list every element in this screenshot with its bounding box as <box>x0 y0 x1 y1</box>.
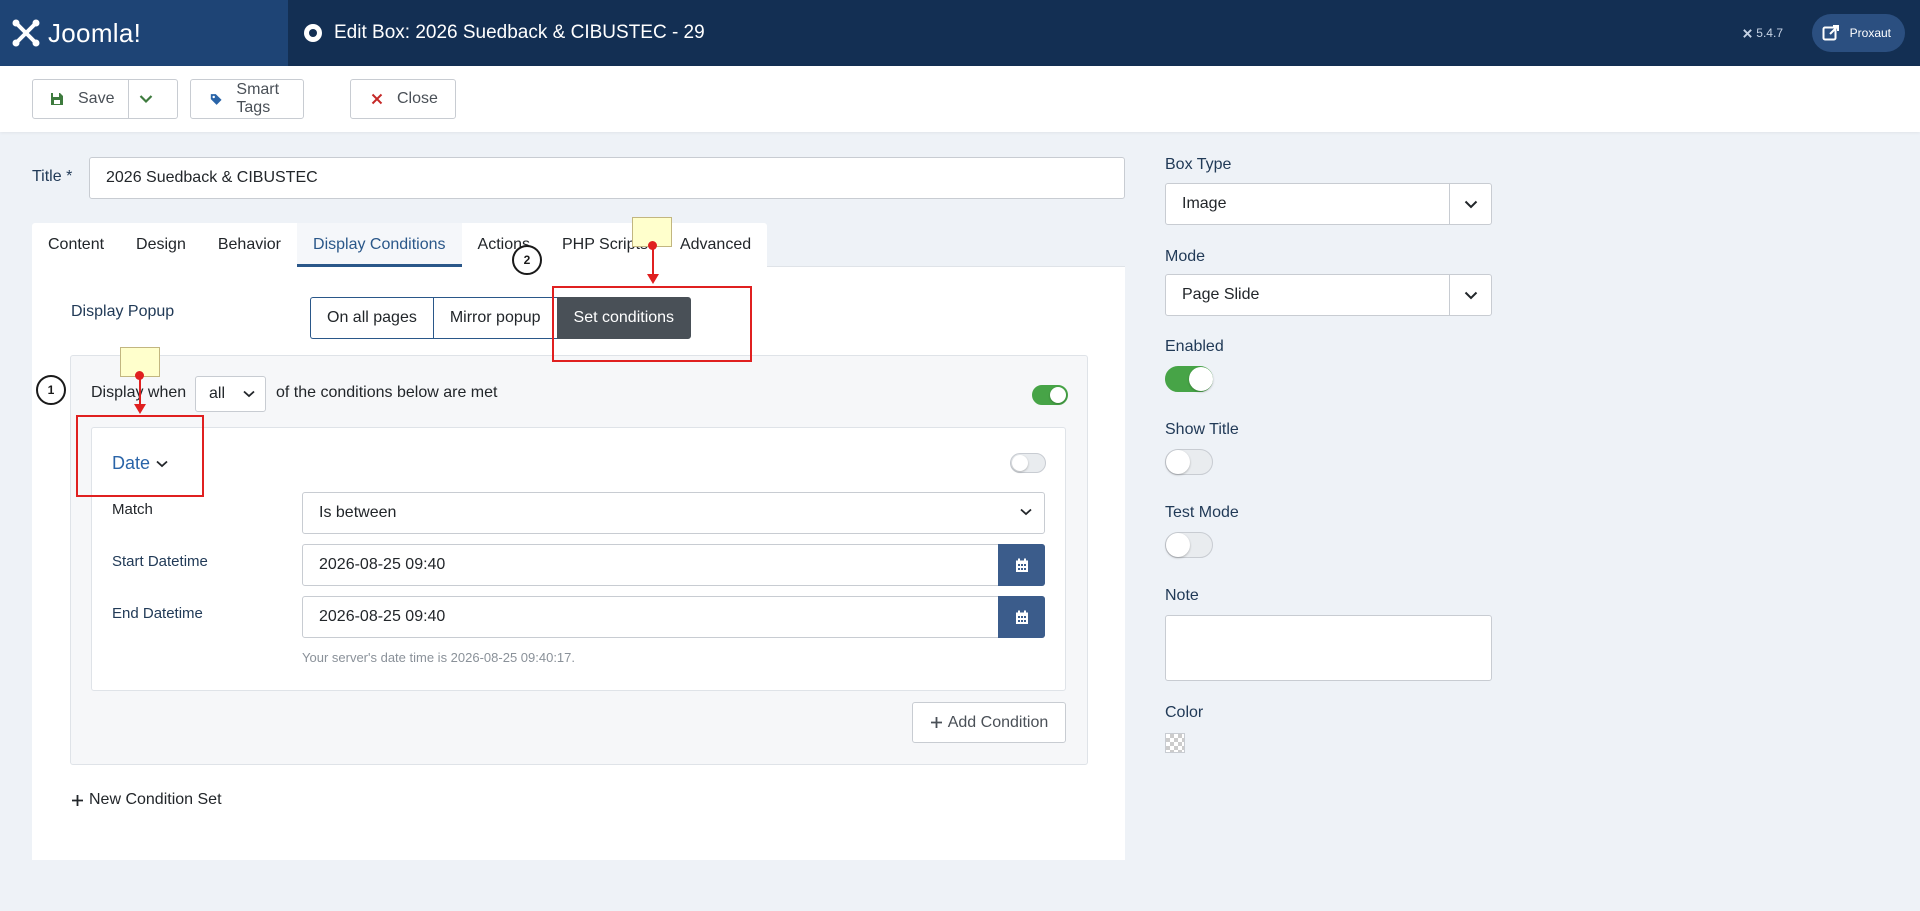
add-condition-button[interactable]: Add Condition <box>912 702 1066 743</box>
annotation-marker-2: 2 <box>512 245 542 275</box>
chevron-down-icon <box>1464 200 1477 208</box>
app-header: Joomla! Edit Box: 2026 Suedback & CIBUST… <box>0 0 1920 66</box>
chevron-down-icon <box>1020 508 1032 516</box>
match-label: Match <box>112 501 153 518</box>
version-badge: 5.4.7 <box>1742 0 1783 66</box>
match-value: Is between <box>319 504 397 521</box>
chevron-down-icon <box>139 95 153 104</box>
joomla-logo[interactable]: Joomla! <box>0 0 288 66</box>
title-input[interactable]: 2026 Suedback & CIBUSTEC <box>89 157 1125 199</box>
date-condition-toggle[interactable] <box>1010 453 1046 473</box>
end-datetime-input[interactable]: 2026-08-25 09:40 <box>302 596 1045 638</box>
joomla-small-icon <box>1743 28 1753 38</box>
add-condition-label: Add Condition <box>947 713 1049 731</box>
match-all-select[interactable]: all <box>195 376 266 412</box>
start-datetime-value: 2026-08-25 09:40 <box>319 556 446 573</box>
save-label: Save <box>78 90 115 107</box>
chevron-down-icon <box>243 390 255 398</box>
box-type-caret <box>1449 184 1491 224</box>
joomla-logo-icon <box>12 19 40 47</box>
chevron-down-icon <box>1464 291 1477 299</box>
enabled-label: Enabled <box>1165 338 1224 355</box>
enabled-toggle[interactable] <box>1165 366 1213 392</box>
tab-display-conditions[interactable]: Display Conditions <box>297 223 462 267</box>
option-on-all-pages[interactable]: On all pages <box>310 297 433 339</box>
end-datetime-label: End Datetime <box>112 605 203 622</box>
match-select[interactable]: Is between <box>302 492 1045 534</box>
box-type-value: Image <box>1182 195 1227 212</box>
tab-content[interactable]: Content <box>32 223 120 267</box>
logo-text: Joomla! <box>48 17 142 48</box>
page-title: Edit Box: 2026 Suedback & CIBUSTEC - 29 <box>304 0 705 66</box>
annotation-box-1 <box>76 415 204 497</box>
save-icon <box>51 93 63 105</box>
end-calendar-button[interactable] <box>998 596 1045 638</box>
new-condition-set-label: New Condition Set <box>89 791 222 808</box>
server-time-hint: Your server's date time is 2026-08-25 09… <box>302 650 575 665</box>
external-link-icon <box>1822 25 1839 41</box>
save-dropdown-toggle[interactable] <box>128 79 178 119</box>
smart-tags-button[interactable]: Smart Tags <box>190 79 304 119</box>
close-button[interactable]: Close <box>350 79 456 119</box>
plus-icon <box>72 794 83 806</box>
show-title-label: Show Title <box>1165 421 1239 438</box>
match-all-value: all <box>209 385 226 402</box>
close-icon <box>371 93 383 105</box>
start-datetime-label: Start Datetime <box>112 553 208 570</box>
annotation-arrowhead-1 <box>134 404 146 414</box>
start-datetime-input[interactable]: 2026-08-25 09:40 <box>302 544 1045 586</box>
mode-label: Mode <box>1165 248 1206 265</box>
annotation-marker-1: 1 <box>36 375 66 405</box>
tab-behavior[interactable]: Behavior <box>202 223 297 267</box>
plus-icon <box>930 717 942 728</box>
annotation-box-2 <box>552 286 752 362</box>
mode-value: Page Slide <box>1182 286 1260 303</box>
tab-advanced[interactable]: Advanced <box>664 223 767 267</box>
smart-tags-label: Smart Tags <box>236 81 280 116</box>
new-condition-set-button[interactable]: New Condition Set <box>71 791 222 809</box>
calendar-icon <box>1015 558 1028 572</box>
option-mirror-popup[interactable]: Mirror popup <box>432 297 557 339</box>
tab-design[interactable]: Design <box>120 223 202 267</box>
annotation-arrow-1 <box>139 378 141 406</box>
title-label: Title * <box>32 168 73 185</box>
save-button[interactable]: Save <box>32 79 129 119</box>
display-popup-label: Display Popup <box>71 303 175 320</box>
conditions-met-label: of the conditions below are met <box>276 384 498 401</box>
note-textarea[interactable] <box>1165 615 1492 681</box>
show-title-toggle[interactable] <box>1165 449 1213 475</box>
condition-set-toggle[interactable] <box>1032 385 1068 405</box>
user-name: Proxaut <box>1849 26 1891 40</box>
start-calendar-button[interactable] <box>998 544 1045 586</box>
version-text: 5.4.7 <box>1756 26 1783 40</box>
color-label: Color <box>1165 704 1204 721</box>
mode-caret <box>1449 275 1491 315</box>
box-type-label: Box Type <box>1165 156 1232 173</box>
box-type-select[interactable]: Image <box>1165 183 1492 225</box>
test-mode-label: Test Mode <box>1165 504 1239 521</box>
toolbar: Save Smart Tags Close <box>0 66 1920 132</box>
box-icon <box>304 24 322 42</box>
tag-icon <box>210 93 222 105</box>
end-datetime-value: 2026-08-25 09:40 <box>319 608 446 625</box>
color-picker[interactable] <box>1165 733 1185 753</box>
annotation-arrow-2 <box>652 248 654 276</box>
test-mode-toggle[interactable] <box>1165 532 1213 558</box>
calendar-icon <box>1015 610 1028 624</box>
annotation-arrowhead-2 <box>647 274 659 284</box>
page-title-text: Edit Box: 2026 Suedback & CIBUSTEC - 29 <box>334 22 705 43</box>
user-menu-button[interactable]: Proxaut <box>1811 14 1905 52</box>
note-label: Note <box>1165 587 1199 604</box>
close-label: Close <box>397 90 438 107</box>
mode-select[interactable]: Page Slide <box>1165 274 1492 316</box>
